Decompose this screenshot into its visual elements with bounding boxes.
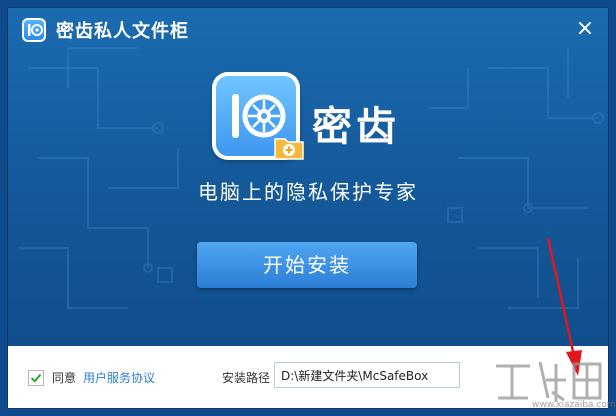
check-icon [30, 373, 42, 383]
install-path-label: 安装路径 [222, 371, 271, 385]
installer-window: 密齿私人文件柜 × 密齿 电脑上的隐私保护专家 开始安装 同意 用户服务协议 安… [8, 8, 608, 408]
slogan: 电脑上的隐私保护专家 [198, 180, 418, 204]
close-icon[interactable]: × [572, 16, 598, 42]
install-path-input[interactable] [274, 362, 460, 388]
desktop-background: 密齿私人文件柜 × 密齿 电脑上的隐私保护专家 开始安装 同意 用户服务协议 安… [0, 0, 616, 416]
start-install-button[interactable]: 开始安装 [197, 242, 417, 288]
agree-label: 同意 [52, 371, 77, 385]
user-agreement-link[interactable]: 用户服务协议 [83, 369, 155, 386]
brand-name: 密齿 [312, 104, 400, 150]
window-title: 密齿私人文件柜 [56, 21, 189, 42]
agree-checkbox[interactable] [28, 370, 44, 386]
title-bar: 密齿私人文件柜 × [8, 8, 608, 50]
safe-box-icon [22, 18, 46, 42]
folder-add-icon [274, 138, 304, 160]
footer-bar: 同意 用户服务协议 安装路径 [8, 346, 608, 408]
